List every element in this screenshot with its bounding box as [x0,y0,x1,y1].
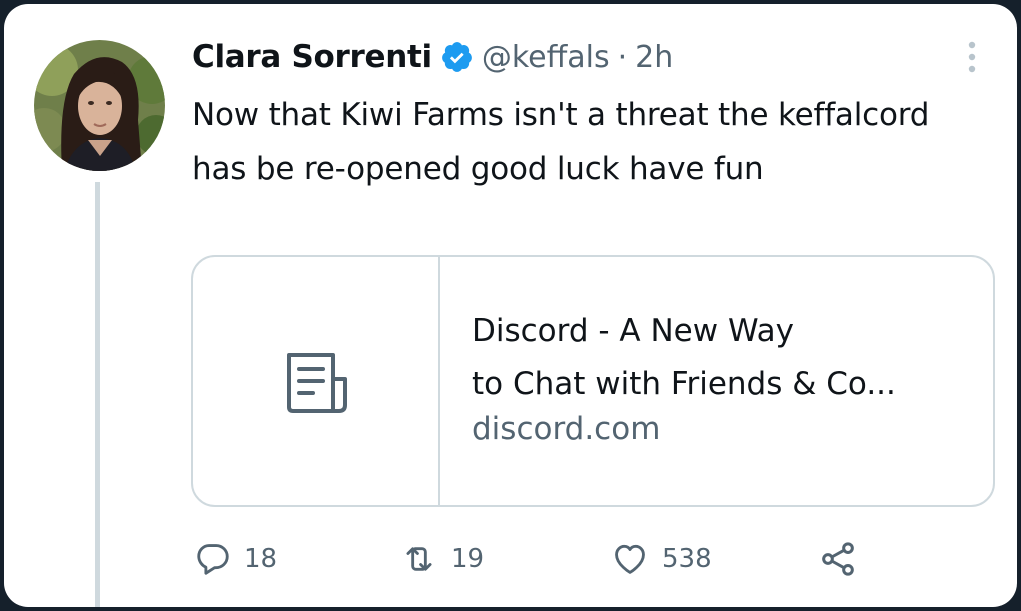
document-icon [287,353,347,413]
retweet-icon [406,547,432,571]
reply-icon [197,544,229,575]
like-button[interactable]: 538 [610,536,712,582]
retweet-button[interactable]: 19 [399,536,484,582]
verified-badge-icon [440,40,474,74]
link-thumbnail [193,257,440,505]
separator-dot: · [617,39,628,75]
like-count: 538 [662,544,712,574]
tweet-header: Clara Sorrenti @keffals · 2h [192,34,673,80]
like-icon [615,544,645,574]
reply-count: 18 [244,544,278,574]
link-title-line-2: to Chat with Friends & Co... [472,366,896,402]
user-handle[interactable]: @keffals [482,40,610,75]
more-options-icon[interactable] [952,36,992,78]
tweet-text: Now that Kiwi Farms isn't a threat the k… [192,97,930,187]
link-domain: discord.com [472,411,661,447]
avatar-image [34,40,165,171]
share-icon [822,542,854,576]
link-title: Discord - A New Way to Chat with Friends… [472,305,972,411]
reply-button[interactable]: 18 [194,536,277,582]
link-preview-card[interactable]: Discord - A New Way to Chat with Friends… [191,255,995,507]
tweet-card[interactable]: Clara Sorrenti @keffals · 2h Now that Ki… [4,4,1017,607]
share-button[interactable] [818,536,858,582]
retweet-count: 19 [451,544,485,574]
timestamp[interactable]: 2h [635,40,673,75]
thread-line [95,182,100,607]
display-name[interactable]: Clara Sorrenti [192,39,432,75]
avatar[interactable] [34,40,165,171]
link-title-line-1: Discord - A New Way [472,313,794,349]
